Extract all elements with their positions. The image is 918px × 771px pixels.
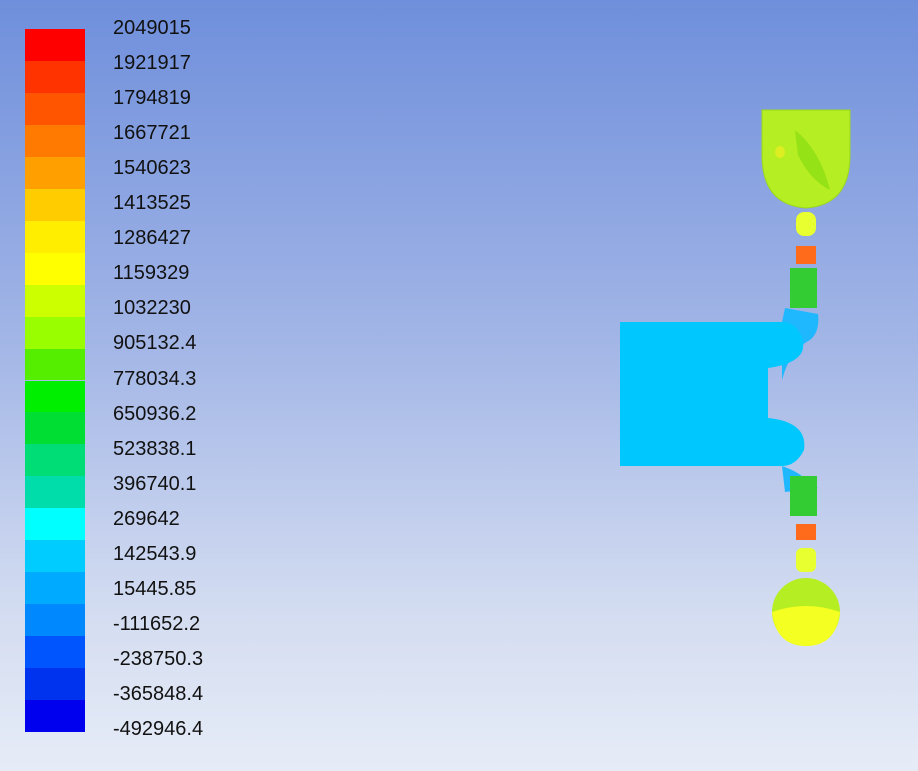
- legend-label: -492946.4: [113, 718, 204, 740]
- legend-label: 1667721: [113, 122, 191, 145]
- legend-label: 269642: [113, 507, 180, 530]
- legend-swatch: [25, 604, 85, 637]
- legend-label: 1921917: [113, 52, 191, 75]
- legend-label: 15445.85: [113, 577, 197, 600]
- legend-swatch: [25, 348, 85, 381]
- legend-swatch: [25, 60, 85, 93]
- legend-swatch: [25, 444, 85, 477]
- legend-swatch: [25, 700, 85, 732]
- legend-swatch: [25, 668, 85, 701]
- legend-swatch: [25, 156, 85, 189]
- legend-label: 1413525: [113, 192, 191, 215]
- legend-swatch: [25, 220, 85, 253]
- legend-swatch: [25, 540, 85, 573]
- legend-label: 2049015: [113, 17, 191, 39]
- legend-swatch: [25, 188, 85, 221]
- color-legend-bar: [25, 29, 85, 732]
- contour-plot: [620, 109, 851, 646]
- green-band-top: [790, 268, 817, 308]
- legend-swatch: [25, 508, 85, 541]
- legend-swatch: [25, 380, 85, 413]
- legend-swatch: [25, 476, 85, 509]
- legend-label: -238750.3: [113, 647, 204, 670]
- legend-label: 523838.1: [113, 437, 197, 460]
- legend-label: 1286427: [113, 227, 191, 250]
- orange-band-bottom: [796, 524, 816, 540]
- green-band-bottom: [790, 476, 817, 516]
- legend-swatch: [25, 29, 85, 61]
- legend-swatch: [25, 92, 85, 125]
- legend-swatch: [25, 572, 85, 605]
- neck-bottom: [796, 548, 816, 572]
- legend-label: 650936.2: [113, 402, 197, 425]
- legend-label: -111652.2: [113, 612, 201, 635]
- legend-label: 905132.4: [113, 332, 197, 355]
- legend-label: 142543.9: [113, 542, 197, 565]
- orange-band-top: [796, 246, 816, 264]
- legend-label: -365848.4: [113, 682, 204, 705]
- legend-label: 1032230: [113, 297, 191, 320]
- legend-label: 1794819: [113, 87, 191, 110]
- legend-swatch: [25, 252, 85, 285]
- legend-swatch: [25, 284, 85, 317]
- central-block: [620, 322, 805, 466]
- legend-swatch: [25, 316, 85, 349]
- legend-label: 778034.3: [113, 367, 197, 390]
- neck-top: [796, 212, 816, 236]
- legend-swatch: [25, 124, 85, 157]
- legend-label: 1159329: [113, 262, 190, 285]
- legend-label: 396740.1: [113, 472, 197, 495]
- legend-swatch: [25, 636, 85, 669]
- legend-swatch: [25, 412, 85, 445]
- legend-label: 1540623: [113, 157, 191, 180]
- bottom-reservoir-detail: [772, 606, 840, 646]
- top-reservoir-spot: [775, 146, 785, 158]
